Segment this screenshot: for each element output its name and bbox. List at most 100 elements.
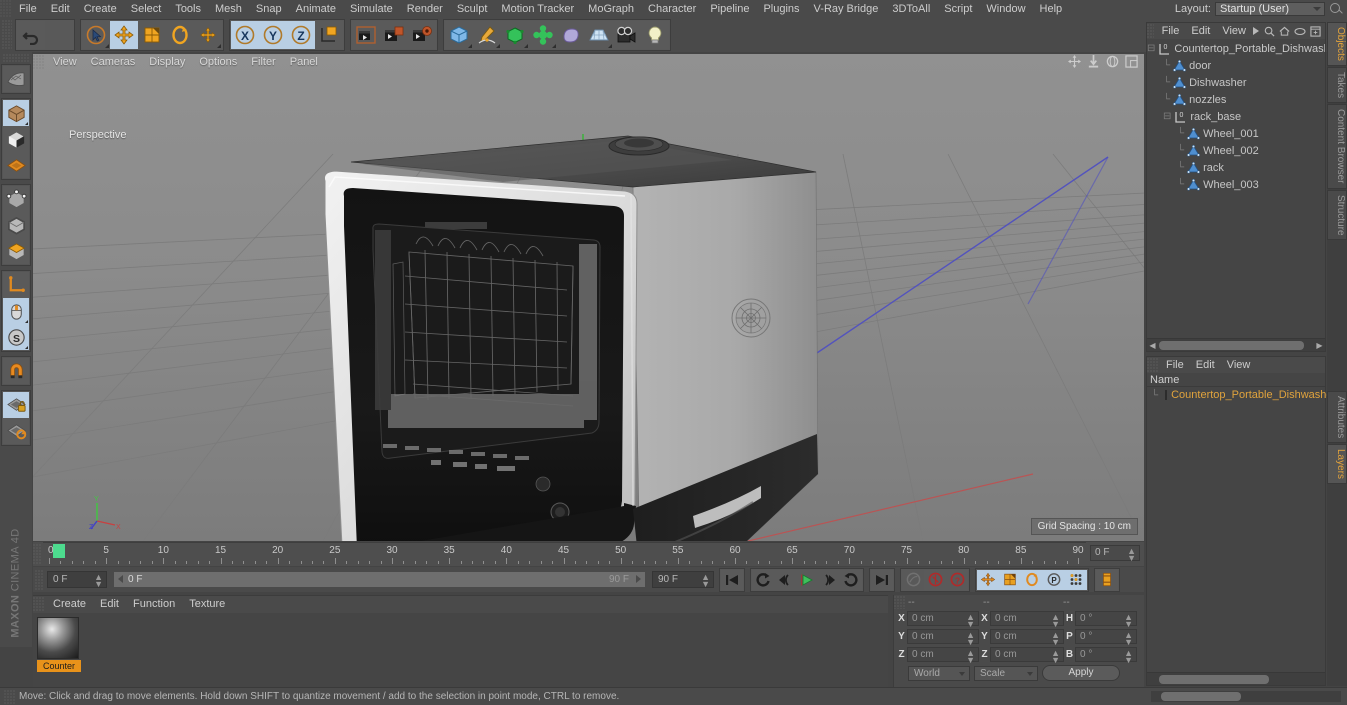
timeline-track[interactable]: 0 5 10 15 20 25 30 35 40 45 50 55 60 65 70 75 80 85 90 bbox=[43, 542, 1086, 566]
tab-structure[interactable]: Structure bbox=[1327, 189, 1347, 241]
menu-item-character[interactable]: Character bbox=[641, 0, 703, 18]
move-axis-tool[interactable] bbox=[194, 21, 222, 49]
polygon-mode-button[interactable] bbox=[3, 238, 29, 264]
toolbar-grip[interactable] bbox=[2, 20, 12, 50]
object-tree-item-wheel-002[interactable]: └ Wheel_002 bbox=[1147, 142, 1325, 159]
menu-item-script[interactable]: Script bbox=[937, 0, 979, 18]
layer-manager-grip[interactable] bbox=[1147, 358, 1158, 372]
axis-modify-button[interactable] bbox=[3, 272, 29, 298]
menu-item-sculpt[interactable]: Sculpt bbox=[450, 0, 495, 18]
menu-item-simulate[interactable]: Simulate bbox=[343, 0, 400, 18]
texture-mode-button[interactable] bbox=[3, 126, 29, 152]
object-manager-menu-view[interactable]: View bbox=[1216, 23, 1252, 39]
model-mode-button[interactable] bbox=[3, 100, 29, 126]
primitive-cube-button[interactable] bbox=[445, 21, 473, 49]
light-button[interactable] bbox=[641, 21, 669, 49]
tab-layers[interactable]: Layers bbox=[1327, 444, 1347, 485]
render-view-button[interactable] bbox=[352, 21, 380, 49]
maximize-icon[interactable] bbox=[1125, 55, 1138, 68]
material-preview[interactable] bbox=[37, 617, 79, 659]
step-back-button[interactable] bbox=[774, 569, 796, 590]
scroll-thumb[interactable] bbox=[1161, 692, 1241, 701]
record-position-button[interactable] bbox=[977, 569, 999, 590]
spline-pen-button[interactable] bbox=[473, 21, 501, 49]
object-tree-item-dishwasher[interactable]: └ Dishwasher bbox=[1147, 74, 1325, 91]
timeline-ruler[interactable]: 0 5 10 15 20 25 30 35 40 45 50 55 60 65 70 75 80 85 90 0 F… bbox=[33, 542, 1144, 566]
menu-item-v-ray-bridge[interactable]: V-Ray Bridge bbox=[807, 0, 886, 18]
environment-button[interactable] bbox=[557, 21, 585, 49]
material-list[interactable]: Counter bbox=[33, 613, 888, 687]
move-tool[interactable] bbox=[110, 21, 138, 49]
pan-icon[interactable] bbox=[1068, 55, 1081, 68]
scale-tool[interactable] bbox=[138, 21, 166, 49]
spinner-icon[interactable]: ▲ ▼ bbox=[1124, 631, 1133, 647]
generator-button[interactable] bbox=[501, 21, 529, 49]
viewport-menu-options[interactable]: Options bbox=[192, 54, 244, 70]
rotation-p-input[interactable]: 0 ° ▲ ▼ bbox=[1075, 629, 1137, 647]
material-menu-function[interactable]: Function bbox=[126, 596, 182, 612]
layout-dropdown[interactable]: Startup (User) bbox=[1215, 2, 1325, 16]
object-tree[interactable]: ⊟0Countertop_Portable_Dishwasher_└door└D… bbox=[1147, 40, 1325, 337]
material-menu-texture[interactable]: Texture bbox=[182, 596, 232, 612]
object-tree-item-rack[interactable]: └ rack bbox=[1147, 159, 1325, 176]
size-y-input[interactable]: 0 cm ▲ ▼ bbox=[990, 629, 1064, 647]
lock-z-axis[interactable]: Z bbox=[287, 21, 315, 49]
spinner-icon[interactable]: ▲ ▼ bbox=[1127, 547, 1136, 563]
lock-x-axis[interactable]: X bbox=[231, 21, 259, 49]
menu-item-create[interactable]: Create bbox=[77, 0, 124, 18]
viewport-solo-button[interactable] bbox=[3, 298, 29, 324]
record-scale-button[interactable] bbox=[999, 569, 1021, 590]
spinner-icon[interactable]: ▲ ▼ bbox=[1051, 649, 1060, 665]
object-manager-hscroll[interactable]: ◀ ▶ bbox=[1147, 338, 1325, 351]
spinner-icon[interactable]: ▲ ▼ bbox=[966, 613, 975, 629]
play-arrow-icon[interactable] bbox=[1252, 26, 1260, 36]
point-mode-button[interactable] bbox=[3, 186, 29, 212]
scroll-thumb[interactable] bbox=[1159, 675, 1269, 684]
range-start-handle[interactable] bbox=[118, 575, 123, 583]
viewport-menu-display[interactable]: Display bbox=[142, 54, 192, 70]
status-bar-scroll[interactable] bbox=[1151, 691, 1341, 702]
undo-button[interactable] bbox=[17, 21, 45, 49]
tool-expand-corner[interactable] bbox=[524, 44, 528, 48]
tool-expand-corner[interactable] bbox=[25, 320, 28, 323]
fit-icon[interactable] bbox=[1310, 25, 1321, 37]
max-frame-input[interactable]: 90 F ▲ ▼ bbox=[652, 571, 714, 589]
tool-expand-corner[interactable] bbox=[608, 44, 612, 48]
object-tree-item-countertop-portable-dishwasher-[interactable]: ⊟ 0 Countertop_Portable_Dishwasher_ bbox=[1147, 40, 1325, 57]
size-z-input[interactable]: 0 cm ▲ ▼ bbox=[990, 647, 1064, 665]
autokey-toggle-button[interactable] bbox=[902, 569, 924, 590]
viewport-menu-panel[interactable]: Panel bbox=[283, 54, 325, 70]
viewport-menu-cameras[interactable]: Cameras bbox=[84, 54, 143, 70]
spinner-icon[interactable]: ▲ ▼ bbox=[701, 573, 710, 589]
scroll-right-arrow[interactable]: ▶ bbox=[1315, 341, 1324, 350]
timeline-current-frame-field[interactable]: 0 F ▲ ▼ bbox=[1090, 545, 1140, 563]
scroll-left-arrow[interactable]: ◀ bbox=[1148, 341, 1157, 350]
current-frame-input[interactable]: 0 F ▲ ▼ bbox=[47, 571, 107, 589]
layer-rows[interactable]: └ Countertop_Portable_Dishwasher bbox=[1147, 387, 1336, 403]
enable-snap-button[interactable] bbox=[3, 358, 29, 384]
workplane-mode-button[interactable] bbox=[3, 152, 29, 178]
edge-mode-button[interactable] bbox=[3, 212, 29, 238]
material-grip[interactable] bbox=[33, 597, 44, 611]
record-pla-button[interactable] bbox=[1065, 569, 1087, 590]
go-to-start-button[interactable] bbox=[721, 569, 743, 590]
status-bar-grip[interactable] bbox=[4, 689, 15, 704]
material-item[interactable]: Counter bbox=[37, 617, 81, 672]
layer-manager-hscroll[interactable] bbox=[1147, 672, 1325, 685]
coordinates-grip[interactable] bbox=[894, 596, 905, 609]
search-icon[interactable] bbox=[1264, 26, 1275, 37]
timeline-playhead[interactable] bbox=[53, 544, 65, 558]
material-menu-edit[interactable]: Edit bbox=[93, 596, 126, 612]
eye-icon[interactable] bbox=[1294, 27, 1306, 36]
record-rotation-button[interactable] bbox=[1021, 569, 1043, 590]
menu-item-tools[interactable]: Tools bbox=[168, 0, 208, 18]
dolly-icon[interactable] bbox=[1087, 55, 1100, 68]
layer-row[interactable]: └ Countertop_Portable_Dishwasher bbox=[1147, 387, 1336, 403]
tool-expand-corner[interactable] bbox=[25, 346, 28, 349]
object-tree-item-rack-base[interactable]: ⊟ 0 rack_base bbox=[1147, 108, 1325, 125]
object-tree-item-wheel-001[interactable]: └ Wheel_001 bbox=[1147, 125, 1325, 142]
menu-item-mesh[interactable]: Mesh bbox=[208, 0, 249, 18]
keyframe-selection-button[interactable]: ? bbox=[946, 569, 968, 590]
camera-button[interactable] bbox=[613, 21, 641, 49]
left-toolbar-grip[interactable] bbox=[3, 54, 29, 62]
